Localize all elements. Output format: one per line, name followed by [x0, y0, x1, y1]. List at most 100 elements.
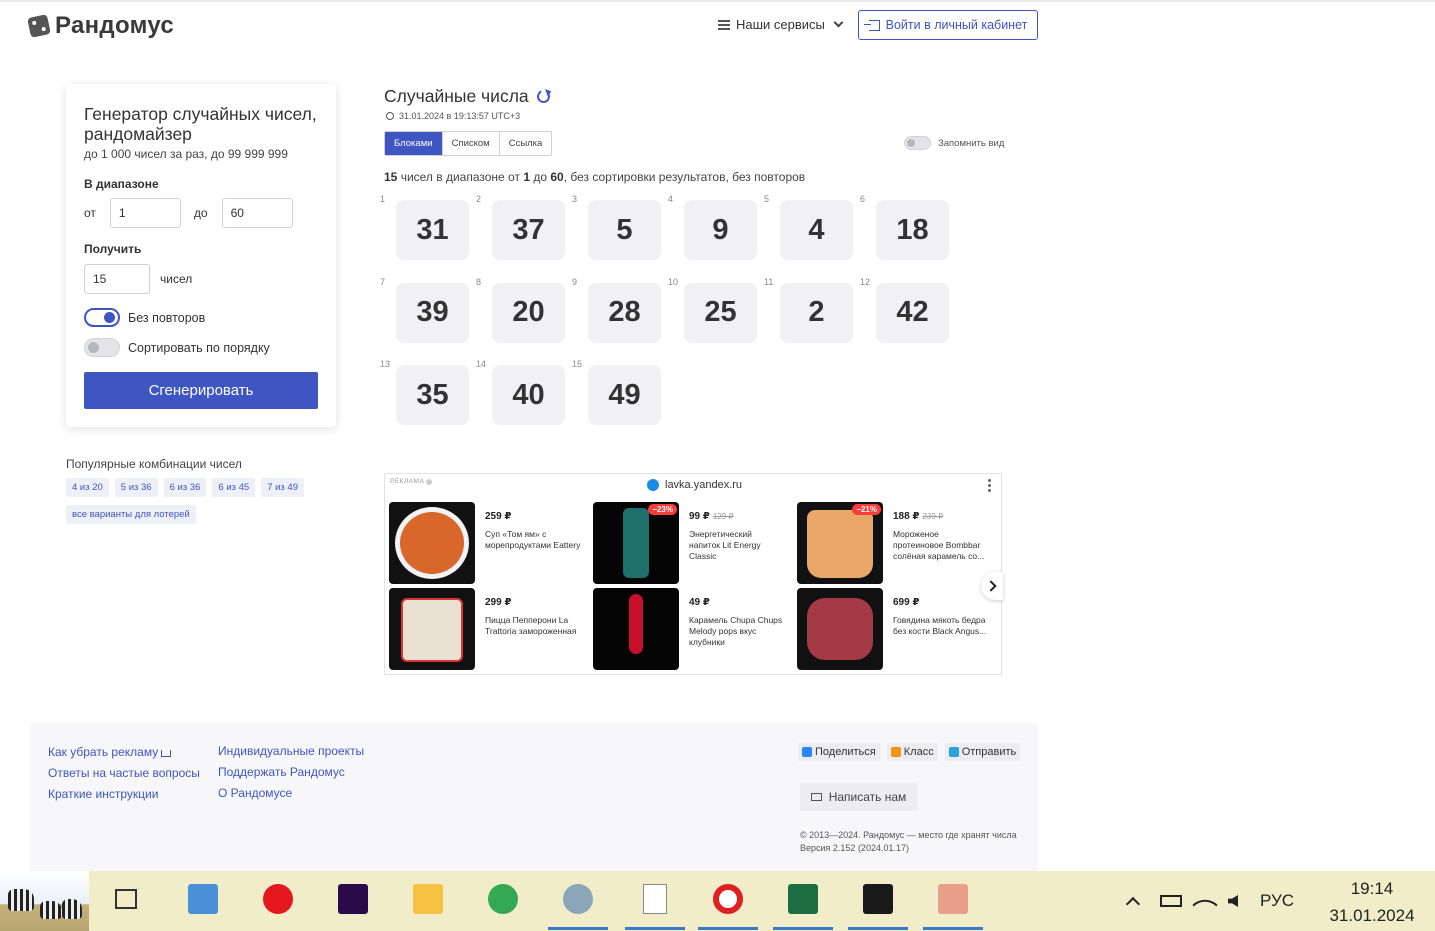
product-price: 49 ₽: [689, 597, 710, 608]
chip-5-of-36[interactable]: 5 из 36: [114, 478, 158, 497]
footer-link-instructions[interactable]: Краткие инструкции: [48, 787, 200, 801]
snipping-tool-icon[interactable]: [185, 881, 221, 917]
desktop-thumbnail[interactable]: [0, 871, 89, 931]
number-cell: 11 2: [764, 277, 853, 343]
footer-link-support[interactable]: Поддержать Рандомус: [218, 765, 364, 779]
battery-icon[interactable]: [1160, 895, 1182, 907]
wifi-icon[interactable]: [1192, 892, 1218, 918]
generator-subtitle: до 1 000 чисел за раз, до 99 999 999: [84, 147, 288, 161]
clock-time[interactable]: 19:14: [1328, 879, 1416, 899]
footer-link-remove-ads[interactable]: Как убрать рекламу: [48, 745, 200, 759]
chip-all-lotteries[interactable]: все варианты для лотерей: [66, 505, 196, 524]
write-us-button[interactable]: Написать нам: [800, 783, 917, 811]
task-view-icon[interactable]: [108, 881, 144, 917]
number-value[interactable]: 35: [396, 365, 469, 425]
ad-product-card[interactable]: −21% 188 ₽239 ₽ Мороженое протеиновое Bomb…: [797, 502, 997, 584]
clock-date[interactable]: 31.01.2024: [1326, 906, 1418, 926]
sort-label: Сортировать по порядку: [128, 340, 270, 355]
ad-product-card[interactable]: 699 ₽ Говядина мякоть бедра без кости Bla…: [797, 588, 997, 670]
file-explorer-icon-glyph: [413, 884, 443, 914]
share-vk-button[interactable]: Поделиться: [798, 743, 880, 761]
number-cell: 12 42: [860, 277, 949, 343]
results-title: Случайные числа: [384, 86, 529, 106]
share-telegram-button[interactable]: Отправить: [944, 743, 1021, 761]
number-value[interactable]: 9: [684, 200, 757, 260]
refresh-icon[interactable]: [534, 88, 552, 105]
speaker-icon[interactable]: [1228, 895, 1238, 907]
more-icon[interactable]: [988, 479, 991, 492]
opera-icon[interactable]: [260, 881, 296, 917]
footer-link-about[interactable]: О Рандомусе: [218, 786, 364, 800]
tab-link[interactable]: Ссылка: [498, 132, 552, 155]
ad-product-card[interactable]: −23% 99 ₽129 ₽ Энергетический напиток Lit …: [593, 502, 793, 584]
sticky-notes-icon[interactable]: [860, 881, 896, 917]
ad-block[interactable]: РЕКЛАМА lavka.yandex.ru 259 ₽ Суп «Том ям…: [384, 473, 1003, 675]
footer-link-projects[interactable]: Индивидуальные проекты: [218, 744, 364, 758]
tab-list[interactable]: Списком: [441, 132, 499, 155]
number-value[interactable]: 37: [492, 200, 565, 260]
number-value[interactable]: 49: [588, 365, 661, 425]
generate-button[interactable]: Сгенерировать: [84, 372, 318, 409]
list-icon: [718, 19, 730, 30]
number-value[interactable]: 28: [588, 282, 661, 343]
product-price: 188 ₽239 ₽: [893, 511, 943, 522]
login-button[interactable]: Войти в личный кабинет: [858, 10, 1038, 40]
range-from-input[interactable]: 1: [109, 198, 181, 228]
product-shape: [629, 594, 643, 654]
chip-7-of-49[interactable]: 7 из 49: [261, 478, 304, 497]
number-index: 8: [476, 276, 482, 287]
no-repeat-toggle[interactable]: [84, 308, 120, 327]
footer-link-faq[interactable]: Ответы на частые вопросы: [48, 766, 200, 780]
number-value[interactable]: 25: [684, 282, 757, 343]
count-input[interactable]: 15: [84, 264, 150, 294]
number-value[interactable]: 39: [396, 282, 469, 343]
chip-6-of-36[interactable]: 6 из 36: [163, 478, 207, 497]
number-value[interactable]: 2: [780, 282, 853, 343]
app-icon[interactable]: [560, 881, 596, 917]
number-cell: 15 49: [572, 359, 661, 425]
language-indicator[interactable]: РУС: [1260, 891, 1294, 911]
number-value[interactable]: 5: [588, 200, 661, 260]
chrome-icon[interactable]: [485, 881, 521, 917]
remember-view-toggle[interactable]: [904, 136, 931, 150]
no-repeat-row: Без повторов: [84, 308, 205, 327]
opera-icon-glyph: [263, 884, 293, 914]
task-view-icon-glyph: [115, 889, 137, 909]
premiere-pro-icon[interactable]: [335, 881, 371, 917]
excel-icon[interactable]: [785, 881, 821, 917]
chevron-up-icon[interactable]: [1125, 896, 1141, 912]
number-value[interactable]: 31: [396, 200, 469, 260]
chip-4-of-20[interactable]: 4 из 20: [66, 478, 109, 497]
number-value[interactable]: 20: [492, 282, 565, 343]
share-buttons: Поделиться Класс Отправить: [798, 743, 1021, 761]
crown-icon: [161, 750, 172, 757]
magnifier-icon[interactable]: [935, 881, 971, 917]
sort-toggle[interactable]: [84, 338, 120, 357]
number-value[interactable]: 40: [492, 365, 565, 425]
product-image: −23%: [593, 502, 679, 584]
product-shape: [395, 507, 469, 579]
logo[interactable]: Рандомус: [27, 12, 174, 40]
ad-product-card[interactable]: 49 ₽ Карамель Chupa Chups Melody pops вку…: [593, 588, 793, 670]
popular-combinations: Популярные комбинации чисел 4 из 20 5 из…: [66, 457, 336, 527]
number-cell: 13 35: [380, 359, 469, 425]
tab-blocks[interactable]: Блоками: [385, 132, 442, 155]
share-ok-button[interactable]: Класс: [886, 743, 938, 761]
chevron-right-icon[interactable]: [981, 572, 1003, 600]
services-menu[interactable]: Наши сервисы: [718, 17, 844, 32]
number-index: 1: [380, 194, 386, 204]
office-365-file-icon[interactable]: [637, 881, 673, 917]
chip-6-of-45[interactable]: 6 из 45: [212, 478, 256, 497]
yandex-browser-icon[interactable]: [710, 881, 746, 917]
ad-domain[interactable]: lavka.yandex.ru: [647, 479, 742, 491]
number-value[interactable]: 42: [876, 282, 949, 343]
number-value[interactable]: 4: [780, 200, 853, 260]
file-explorer-icon[interactable]: [410, 881, 446, 917]
number-index: 15: [572, 359, 583, 369]
info-icon[interactable]: [426, 478, 433, 485]
ad-product-card[interactable]: 299 ₽ Пицца Пепперони La Trattoria заморо…: [389, 588, 589, 670]
number-index: 6: [860, 194, 866, 204]
number-value[interactable]: 18: [876, 200, 949, 260]
range-to-input[interactable]: 60: [221, 198, 293, 228]
ad-product-card[interactable]: 259 ₽ Суп «Том ям» с морепродуктами Eatte…: [389, 502, 589, 584]
